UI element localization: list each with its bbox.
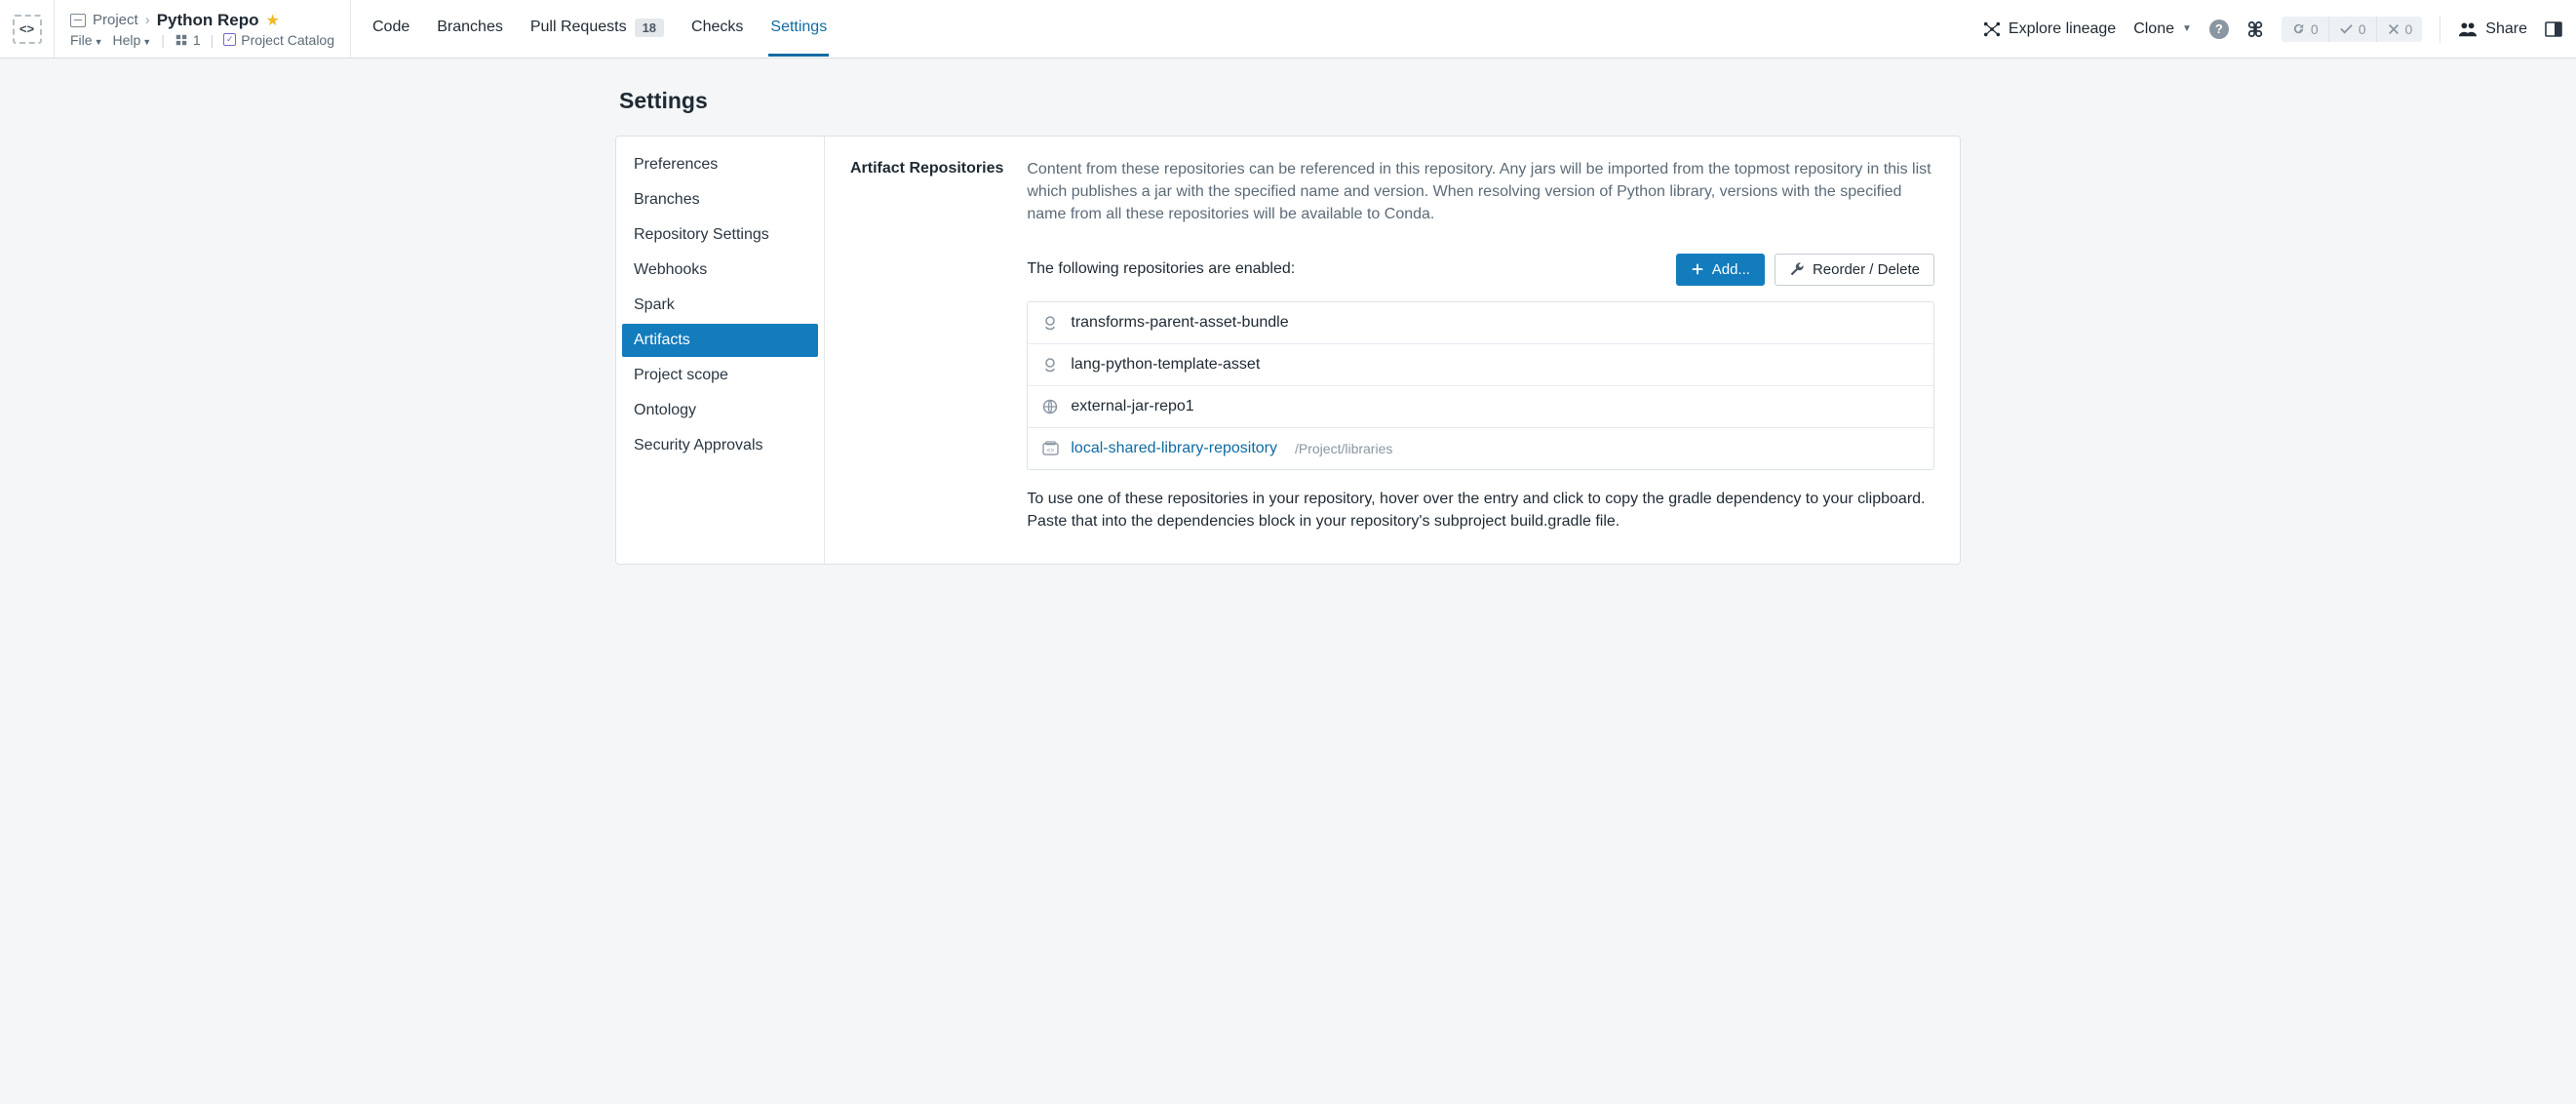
- tab-checks[interactable]: Checks: [689, 1, 745, 57]
- checkbox-icon: ✓: [223, 33, 236, 46]
- svg-text:<>: <>: [1046, 446, 1054, 453]
- plus-icon: [1691, 262, 1704, 276]
- status-ok[interactable]: 0: [2329, 17, 2377, 42]
- panel-toggle-icon[interactable]: [2545, 20, 2562, 38]
- repository-list: transforms-parent-asset-bundle lang-pyth…: [1027, 301, 1934, 470]
- footer-description: To use one of these repositories in your…: [1027, 488, 1934, 532]
- repository-row[interactable]: lang-python-template-asset: [1028, 344, 1933, 386]
- section-body: Content from these repositories can be r…: [1027, 158, 1934, 538]
- app-icon-slot: <>: [0, 0, 55, 58]
- sidebar-item-webhooks[interactable]: Webhooks: [622, 254, 818, 287]
- status-sync[interactable]: 0: [2282, 17, 2329, 42]
- breadcrumb-and-menus: Project › Python Repo ★ File▼ Help▼ | 1 …: [55, 0, 351, 58]
- file-menu[interactable]: File▼: [70, 32, 102, 48]
- sidebar-item-ontology[interactable]: Ontology: [622, 394, 818, 427]
- tab-code[interactable]: Code: [371, 1, 411, 57]
- status-indicators: 0 0 0: [2282, 17, 2422, 42]
- branch-indicator[interactable]: 1: [175, 32, 201, 48]
- breadcrumb-repo[interactable]: Python Repo: [157, 11, 259, 30]
- lineage-icon: [1983, 20, 2001, 38]
- repository-path: /Project/libraries: [1295, 441, 1392, 456]
- wrench-icon: [1789, 261, 1805, 277]
- sidebar-item-preferences[interactable]: Preferences: [622, 148, 818, 181]
- people-icon: [2458, 20, 2478, 38]
- add-button[interactable]: Add...: [1676, 254, 1765, 286]
- divider: [2439, 16, 2440, 43]
- sidebar-item-security-approvals[interactable]: Security Approvals: [622, 429, 818, 462]
- breadcrumb-project[interactable]: Project: [93, 12, 138, 28]
- repository-row[interactable]: <> local-shared-library-repository /Proj…: [1028, 428, 1933, 469]
- nav-tabs: Code Branches Pull Requests 18 Checks Se…: [351, 0, 1983, 58]
- repository-row[interactable]: transforms-parent-asset-bundle: [1028, 302, 1933, 344]
- tab-settings[interactable]: Settings: [768, 1, 829, 57]
- repository-name: lang-python-template-asset: [1071, 356, 1260, 374]
- check-icon: [2339, 21, 2354, 36]
- pr-count-badge: 18: [635, 19, 664, 37]
- share-button[interactable]: Share: [2458, 20, 2527, 38]
- project-catalog-link[interactable]: ✓ Project Catalog: [223, 32, 334, 48]
- repository-name-link[interactable]: local-shared-library-repository: [1071, 440, 1277, 457]
- package-icon: [1041, 314, 1059, 332]
- enabled-text: The following repositories are enabled:: [1027, 260, 1295, 278]
- sidebar-item-project-scope[interactable]: Project scope: [622, 359, 818, 392]
- action-buttons: Add... Reorder / Delete: [1676, 254, 1934, 286]
- help-icon[interactable]: ?: [2209, 20, 2229, 39]
- enabled-row: The following repositories are enabled: …: [1027, 254, 1934, 286]
- section-title: Artifact Repositories: [850, 158, 1003, 538]
- settings-container: Preferences Branches Repository Settings…: [615, 136, 1961, 565]
- status-error[interactable]: 0: [2377, 17, 2423, 42]
- globe-icon: [1041, 398, 1059, 415]
- package-icon: [1041, 356, 1059, 374]
- topbar: <> Project › Python Repo ★ File▼ Help▼ |…: [0, 0, 2576, 59]
- x-icon: [2387, 22, 2400, 36]
- section-description: Content from these repositories can be r…: [1027, 158, 1934, 226]
- folder-icon: [70, 14, 86, 27]
- page-title: Settings: [619, 88, 1961, 114]
- clone-dropdown[interactable]: Clone▼: [2133, 20, 2192, 38]
- menu-divider: |: [211, 32, 215, 48]
- breadcrumb-separator: ›: [145, 12, 150, 28]
- refresh-icon: [2291, 21, 2306, 36]
- sidebar-item-spark[interactable]: Spark: [622, 289, 818, 322]
- topbar-right: Explore lineage Clone▼ ? 0 0 0 Share: [1983, 0, 2576, 58]
- git-branch-icon: [175, 33, 188, 47]
- repository-name: external-jar-repo1: [1071, 398, 1193, 415]
- topbar-menus: File▼ Help▼ | 1 | ✓ Project Catalog: [70, 32, 334, 48]
- page: Settings Preferences Branches Repository…: [615, 59, 1961, 604]
- reorder-delete-button[interactable]: Reorder / Delete: [1775, 254, 1934, 286]
- settings-content: Artifact Repositories Content from these…: [825, 137, 1960, 564]
- menu-divider: |: [161, 32, 165, 48]
- settings-sidebar: Preferences Branches Repository Settings…: [616, 137, 825, 564]
- keyboard-shortcuts-icon[interactable]: [2246, 20, 2264, 38]
- code-repo-small-icon: <>: [1041, 440, 1059, 457]
- tab-branches[interactable]: Branches: [435, 1, 505, 57]
- sidebar-item-artifacts[interactable]: Artifacts: [622, 324, 818, 357]
- star-icon[interactable]: ★: [266, 11, 280, 30]
- repository-row[interactable]: external-jar-repo1: [1028, 386, 1933, 428]
- code-repo-icon: <>: [13, 15, 42, 44]
- explore-lineage-button[interactable]: Explore lineage: [1983, 20, 2116, 38]
- sidebar-item-repository-settings[interactable]: Repository Settings: [622, 218, 818, 252]
- tab-pull-requests[interactable]: Pull Requests 18: [528, 1, 666, 58]
- help-menu[interactable]: Help▼: [112, 32, 151, 48]
- breadcrumb: Project › Python Repo ★: [70, 11, 334, 30]
- sidebar-item-branches[interactable]: Branches: [622, 183, 818, 217]
- repository-name: transforms-parent-asset-bundle: [1071, 314, 1288, 332]
